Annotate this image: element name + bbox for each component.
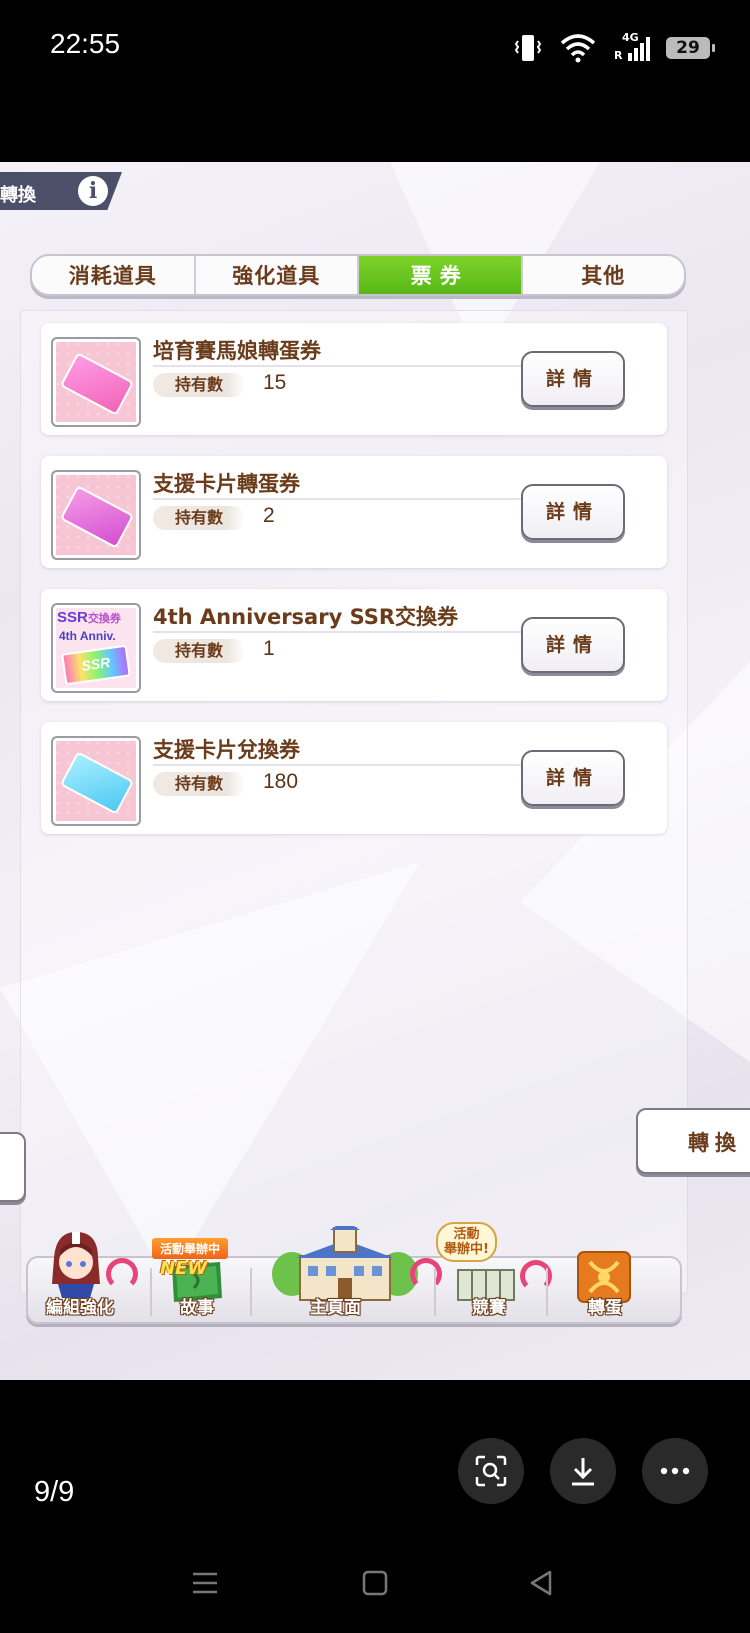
menu-icon[interactable] bbox=[190, 1568, 220, 1598]
status-icons: 4G R 29 bbox=[514, 30, 715, 66]
bubble-line: 活動 bbox=[453, 1227, 480, 1242]
list-item: 培育賽馬娘轉蛋券 持有數 15 詳情 bbox=[41, 323, 667, 435]
nav-item-gacha[interactable]: 轉蛋 bbox=[548, 1251, 678, 1322]
item-list-panel: 培育賽馬娘轉蛋券 持有數 15 詳情 支援卡片轉蛋券 持有數 2 詳情 SSR交… bbox=[20, 310, 688, 1294]
download-icon bbox=[572, 1458, 594, 1486]
pink-ticket-icon bbox=[51, 337, 141, 427]
item-name: 支援卡片兌換券 bbox=[153, 738, 300, 762]
character-portrait-icon bbox=[52, 1232, 100, 1298]
tab-other[interactable]: 其他 bbox=[523, 256, 685, 294]
ssr-icon-subtitle: 4th Anniv. bbox=[59, 629, 116, 643]
nav-label: 主頁面 bbox=[310, 1298, 361, 1318]
owned-label: 持有數 bbox=[153, 772, 245, 796]
battery-icon: 29 bbox=[666, 37, 715, 59]
tab-tickets[interactable]: 票券 bbox=[359, 256, 523, 294]
nav-item-story[interactable]: 活動舉辦中 NEW 故事 bbox=[152, 1238, 248, 1322]
ssr-ticket-icon: SSR交換券 4th Anniv. SSR bbox=[51, 603, 141, 693]
category-tabs: 消耗道具 強化道具 票券 其他 bbox=[30, 254, 686, 296]
bubble-line: 舉辦中! bbox=[444, 1242, 489, 1257]
nav-label: 編組強化 bbox=[46, 1298, 114, 1318]
item-name: 培育賽馬娘轉蛋券 bbox=[153, 339, 321, 363]
status-time: 22:55 bbox=[50, 28, 121, 59]
nav-label: 故事 bbox=[180, 1298, 214, 1318]
divider bbox=[153, 365, 547, 367]
magenta-ticket-icon bbox=[51, 470, 141, 560]
nav-item-home[interactable]: 主頁面 bbox=[252, 1226, 442, 1322]
owned-label: 持有數 bbox=[153, 639, 245, 663]
wifi-icon bbox=[560, 34, 596, 63]
detail-button[interactable]: 詳情 bbox=[521, 750, 625, 806]
nav-item-race[interactable]: 活動 舉辦中! 競賽 bbox=[436, 1222, 552, 1322]
battery-level: 29 bbox=[676, 38, 700, 58]
convert-button[interactable]: 轉換 bbox=[636, 1108, 750, 1174]
image-viewer-bar: 9/9 bbox=[0, 1380, 750, 1633]
game-screen: 轉換 i 消耗道具 強化道具 票券 其他 培育賽馬娘轉蛋券 持有數 15 詳情 … bbox=[0, 162, 750, 1380]
divider bbox=[153, 631, 547, 633]
owned-count: 180 bbox=[263, 770, 299, 793]
roaming-indicator: R bbox=[614, 49, 623, 62]
new-label: NEW bbox=[160, 1258, 208, 1279]
detail-button[interactable]: 詳情 bbox=[521, 617, 625, 673]
divider bbox=[153, 764, 547, 766]
list-item: 支援卡片兌換券 持有數 180 詳情 bbox=[41, 722, 667, 834]
list-item: SSR交換券 4th Anniv. SSR 4th Anniversary SS… bbox=[41, 589, 667, 701]
tab-enhancement[interactable]: 強化道具 bbox=[196, 256, 359, 294]
scan-search-icon bbox=[475, 1455, 507, 1487]
owned-label: 持有數 bbox=[153, 373, 245, 397]
ssr-icon-ticket: SSR bbox=[61, 644, 131, 686]
back-icon[interactable] bbox=[526, 1568, 556, 1598]
event-bubble: 活動 舉辦中! bbox=[436, 1222, 497, 1262]
divider bbox=[153, 498, 547, 500]
owned-count: 1 bbox=[263, 637, 275, 660]
detail-button[interactable]: 詳情 bbox=[521, 351, 625, 407]
more-options-button[interactable] bbox=[642, 1438, 708, 1504]
nav-label: 轉蛋 bbox=[588, 1298, 622, 1318]
owned-count: 2 bbox=[263, 504, 275, 527]
detail-button[interactable]: 詳情 bbox=[521, 484, 625, 540]
nav-item-team-enhance[interactable]: 編組強化 bbox=[28, 1232, 148, 1322]
owned-label: 持有數 bbox=[153, 506, 245, 530]
visual-search-button[interactable] bbox=[458, 1438, 524, 1504]
owned-count: 15 bbox=[263, 371, 287, 394]
blue-ticket-icon bbox=[51, 736, 141, 826]
page-title-fragment: 轉換 bbox=[0, 185, 36, 206]
page-counter: 9/9 bbox=[34, 1476, 75, 1508]
list-item: 支援卡片轉蛋券 持有數 2 詳情 bbox=[41, 456, 667, 568]
status-bar: 22:55 4G R 29 bbox=[0, 0, 750, 100]
cellular-signal-icon: 4G R bbox=[614, 31, 650, 63]
nav-label: 競賽 bbox=[472, 1298, 506, 1318]
notification-horseshoe-icon bbox=[106, 1258, 138, 1290]
back-button[interactable] bbox=[0, 1132, 26, 1202]
vibrate-icon bbox=[514, 35, 542, 61]
download-button[interactable] bbox=[550, 1438, 616, 1504]
info-icon[interactable]: i bbox=[78, 176, 108, 206]
item-name: 支援卡片轉蛋券 bbox=[153, 472, 300, 496]
item-name: 4th Anniversary SSR交換券 bbox=[153, 605, 459, 629]
home-icon[interactable] bbox=[360, 1568, 390, 1598]
tab-consumables[interactable]: 消耗道具 bbox=[32, 256, 196, 294]
bottom-game-nav: 編組強化 活動舉辦中 NEW 故事 主頁面 活動 舉辦中! 競賽 轉蛋 bbox=[26, 1222, 682, 1324]
more-icon bbox=[660, 1467, 690, 1475]
page-header-tag: 轉換 i bbox=[0, 172, 122, 210]
ssr-icon-label: SSR交換券 bbox=[57, 609, 121, 626]
event-badge: 活動舉辦中 bbox=[152, 1238, 229, 1259]
